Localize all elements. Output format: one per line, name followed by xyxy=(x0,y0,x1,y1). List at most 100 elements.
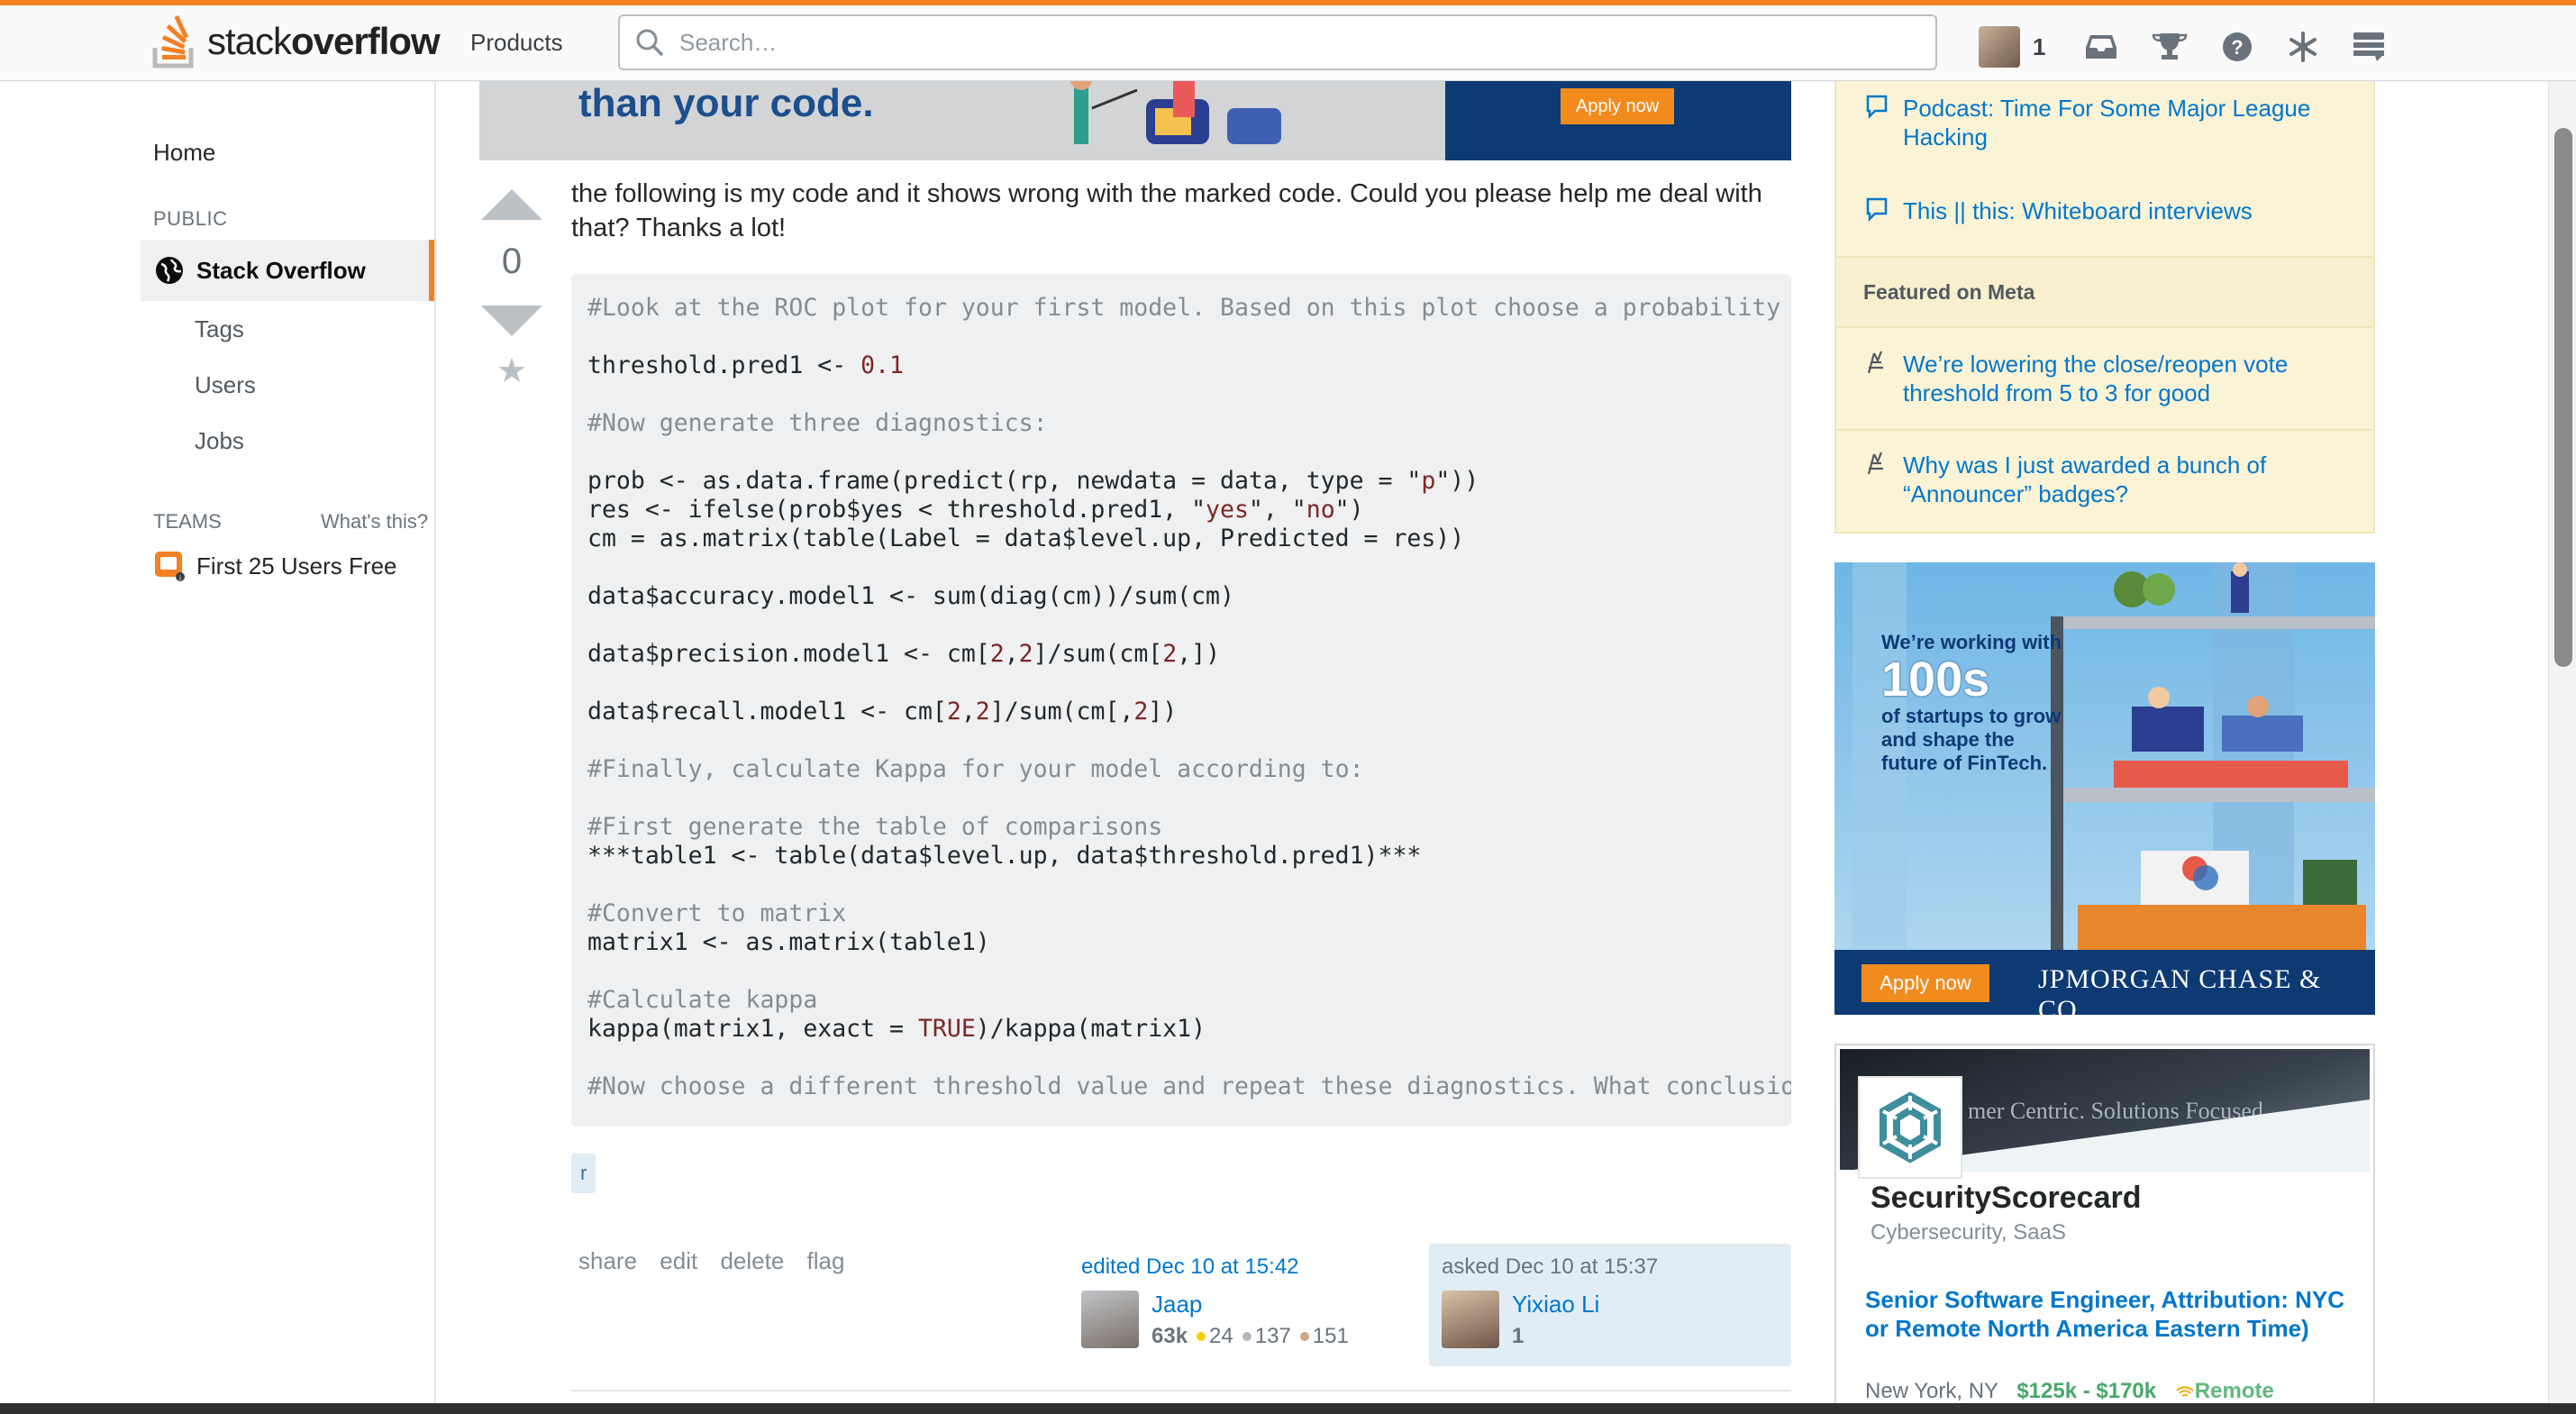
editor-reputation: 63k 24 137 151 xyxy=(1151,1324,1349,1348)
help-icon[interactable]: ? xyxy=(2222,32,2253,62)
top-icons: 1 ? xyxy=(1979,22,2418,72)
globe-icon xyxy=(156,257,183,284)
site-logo[interactable]: stackoverflow xyxy=(151,13,441,70)
job-remote: Remote xyxy=(2175,1379,2274,1403)
ad-big-number: 100s xyxy=(1881,652,1990,707)
downvote-arrow-icon[interactable] xyxy=(481,306,542,336)
blog-item-whiteboard[interactable]: This || this: Whiteboard interviews xyxy=(1865,196,2353,228)
delete-link[interactable]: delete xyxy=(720,1247,784,1274)
editor-avatar[interactable] xyxy=(1081,1291,1139,1348)
ad-apply-button[interactable]: Apply now xyxy=(1861,964,1989,1002)
favorite-star-icon[interactable]: ★ xyxy=(479,351,544,391)
search-input[interactable] xyxy=(678,27,1852,58)
nav-stack-overflow[interactable]: Stack Overflow xyxy=(141,240,434,301)
svg-text:i: i xyxy=(179,574,181,582)
edited-time[interactable]: edited Dec 10 at 15:42 xyxy=(1081,1254,1425,1280)
comment-separator xyxy=(571,1390,1791,1391)
blog-item-podcast[interactable]: Podcast: Time For Some Major League Hack… xyxy=(1865,94,2353,151)
edited-signature: edited Dec 10 at 15:42 Jaap 63k 24 137 151 xyxy=(1074,1244,1425,1368)
team-link-label: First 25 Users Free xyxy=(196,552,397,579)
job-title-link[interactable]: Senior Software Engineer, Attribution: N… xyxy=(1865,1285,2352,1343)
code-line: #Now generate three diagnostics: xyxy=(587,409,1048,437)
featured-meta-heading: Featured on Meta xyxy=(1836,256,2373,328)
editor-info: Jaap 63k 24 137 151 xyxy=(1081,1291,1349,1349)
user-avatar[interactable] xyxy=(1979,26,2020,68)
inbox-icon[interactable] xyxy=(2085,33,2117,60)
ad-line-1: We’re working with xyxy=(1881,631,2062,653)
nav-users[interactable]: Users xyxy=(195,371,256,399)
blog-widget: Podcast: Time For Some Major League Hack… xyxy=(1834,81,2375,534)
flag-link[interactable]: flag xyxy=(807,1247,845,1274)
ad-copy: We’re working with 100s of startups to g… xyxy=(1881,631,2062,775)
tag-r[interactable]: r xyxy=(571,1154,596,1193)
ad-brand: JPMORGAN CHASE & CO. xyxy=(2038,964,2322,1015)
code-line: data$precision.model1 <- cm[2,2]/sum(cm[… xyxy=(587,640,1221,668)
code-content: #Look at the ROC plot for your first mod… xyxy=(571,274,1791,1121)
asker-reputation: 1 xyxy=(1512,1324,1525,1348)
nav-jobs[interactable]: Jobs xyxy=(195,427,244,455)
share-link[interactable]: share xyxy=(578,1247,637,1274)
products-menu[interactable]: Products xyxy=(470,29,563,57)
people-illustration-icon xyxy=(1070,81,1281,144)
job-ad[interactable]: mer Centric. Solutions Focused SecurityS… xyxy=(1834,1044,2375,1414)
meta-divider xyxy=(1836,429,2373,431)
speech-bubble-icon xyxy=(1865,196,1903,228)
code-block[interactable]: #Look at the ROC plot for your first mod… xyxy=(571,274,1791,1127)
bottom-edge-bar xyxy=(0,1403,2576,1414)
achievements-icon[interactable] xyxy=(2152,32,2188,62)
nav-tags[interactable]: Tags xyxy=(195,315,244,343)
nav-teams-heading: TEAMS xyxy=(153,510,222,533)
code-line: kappa(matrix1, exact = TRUE)/kappa(matri… xyxy=(587,1015,1206,1043)
ad-jpmorgan[interactable]: We’re working with 100s of startups to g… xyxy=(1834,562,2375,1015)
code-line: #Look at the ROC plot for your first mod… xyxy=(587,294,1791,322)
stackoverflow-logo-icon xyxy=(152,14,194,68)
job-location: New York, NY xyxy=(1865,1379,1998,1403)
upvote-arrow-icon[interactable] xyxy=(481,189,542,220)
job-company-name[interactable]: SecurityScorecard xyxy=(1871,1181,2142,1216)
editor-name[interactable]: Jaap xyxy=(1151,1291,1349,1318)
question-body-text: the following is my code and it shows wr… xyxy=(571,179,1762,242)
edit-link[interactable]: edit xyxy=(660,1247,697,1274)
asked-signature: asked Dec 10 at 15:37 Yixiao Li 1 xyxy=(1429,1244,1791,1366)
top-bar: stackoverflow Products 1 ? xyxy=(0,0,2576,81)
code-line: ***table1 <- table(data$level.up, data$t… xyxy=(587,842,1422,870)
review-icon[interactable] xyxy=(2287,31,2319,63)
meta-icon xyxy=(1865,350,1903,407)
left-sidebar: Home PUBLIC Stack Overflow Tags Users Jo… xyxy=(0,81,436,1414)
site-switcher-icon[interactable] xyxy=(2353,32,2385,61)
ad-line-3: and shape the xyxy=(1881,728,2015,751)
code-line: #Calculate kappa xyxy=(587,986,818,1014)
code-line: res <- ifelse(prob$yes < threshold.pred1… xyxy=(587,496,1364,524)
meta-item-announcer[interactable]: Why was I just awarded a bunch of “Annou… xyxy=(1865,451,2353,508)
meta-item-close-vote[interactable]: We’re lowering the close/reopen vote thr… xyxy=(1865,350,2353,407)
page-scrollbar[interactable] xyxy=(2548,81,2576,1414)
code-line: cm = as.matrix(table(Label = data$level.… xyxy=(587,525,1465,552)
ad-banner-top[interactable]: than your code. Apply now xyxy=(479,81,1791,160)
nav-home[interactable]: Home xyxy=(153,139,215,167)
nav-stack-overflow-label: Stack Overflow xyxy=(196,256,366,284)
search-box[interactable] xyxy=(618,14,1937,70)
code-line: data$recall.model1 <- cm[2,2]/sum(cm[,2]… xyxy=(587,698,1178,725)
whats-this-link[interactable]: What's this? xyxy=(321,510,428,534)
job-meta: New York, NY $125k - $170k Remote xyxy=(1865,1379,2274,1404)
code-line: #Convert to matrix xyxy=(587,899,847,927)
asker-name[interactable]: Yixiao Li xyxy=(1512,1291,1599,1318)
code-line: #First generate the table of comparisons xyxy=(587,813,1163,841)
ad-line-4: future of FinTech. xyxy=(1881,752,2048,774)
nav-team-link[interactable]: i First 25 Users Free xyxy=(153,550,397,582)
vote-column: 0 ★ xyxy=(479,189,544,391)
banner-apply-button[interactable]: Apply now xyxy=(1561,88,1674,124)
job-sector: Cybersecurity, SaaS xyxy=(1871,1220,2066,1245)
nav-public-heading: PUBLIC xyxy=(153,207,228,230)
search-icon xyxy=(636,29,664,57)
code-line: threshold.pred1 <- 0.1 xyxy=(587,351,905,379)
asker-avatar[interactable] xyxy=(1442,1291,1499,1348)
code-line: #Finally, calculate Kappa for your model… xyxy=(587,755,1364,783)
job-salary: $125k - $170k xyxy=(2016,1379,2157,1403)
svg-text:?: ? xyxy=(2232,36,2244,59)
company-logo-icon xyxy=(1858,1076,1962,1179)
post-menu: share edit delete flag xyxy=(578,1247,860,1275)
banner-text: than your code. xyxy=(578,81,874,125)
scrollbar-thumb[interactable] xyxy=(2554,128,2572,667)
asker-info: Yixiao Li 1 xyxy=(1442,1291,1599,1349)
